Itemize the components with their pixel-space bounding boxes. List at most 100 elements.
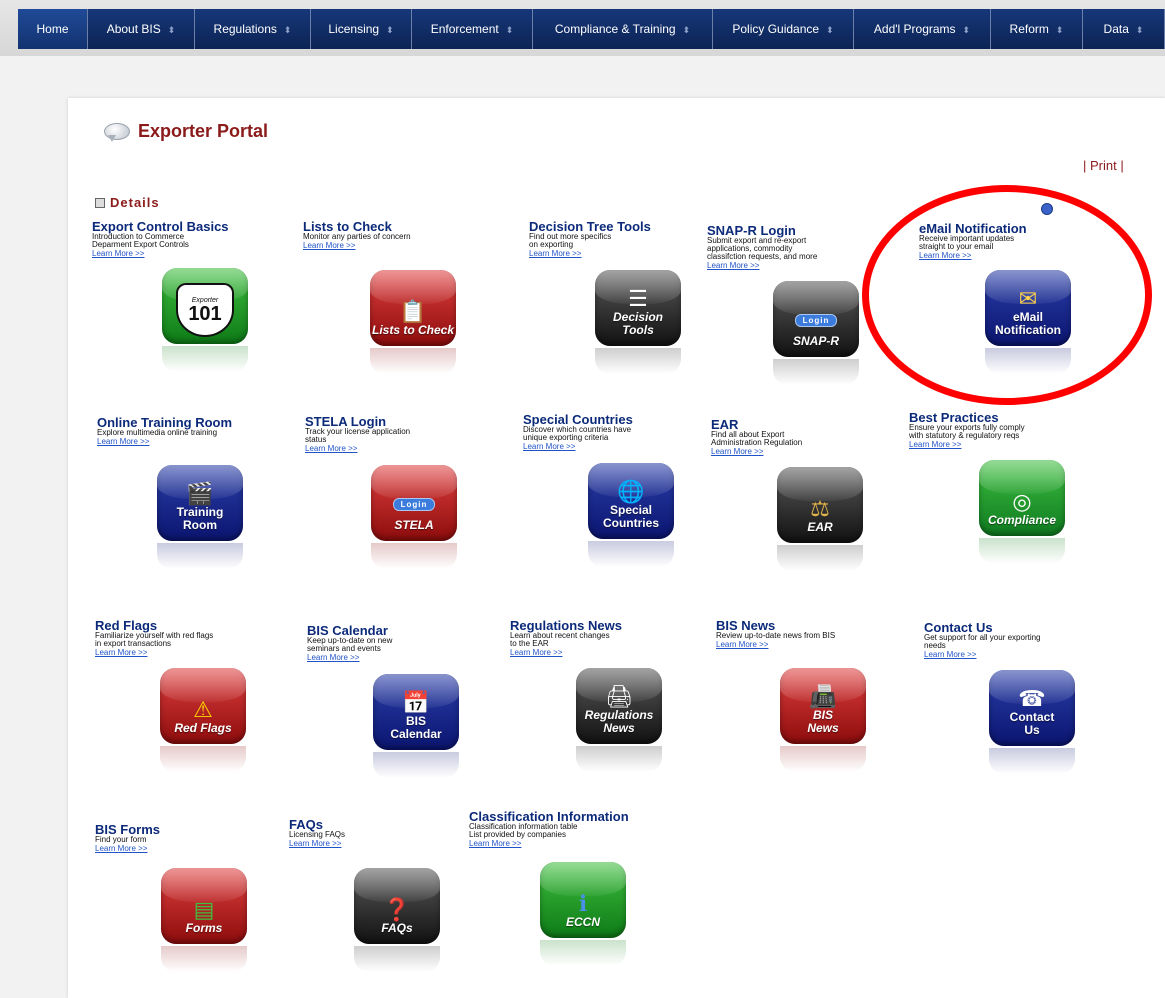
flowchart-icon: ☰ <box>628 286 648 311</box>
icon-reflection <box>160 746 246 772</box>
nav-reform[interactable]: Reform ⬍ <box>991 9 1083 49</box>
tile-desc: with statutory & regulatory reqs <box>909 431 1020 440</box>
tile-decision-tree-tools: Decision Tree Tools Find out more specif… <box>529 220 651 259</box>
collapse-toggle-icon[interactable] <box>95 197 105 208</box>
icon-reflection <box>773 359 859 385</box>
tile-bis-calendar: BIS Calendar Keep up-to-date on new semi… <box>307 624 392 663</box>
red-flags-button[interactable]: ⚠ Red Flags <box>160 668 246 744</box>
forms-button[interactable]: ▤ Forms <box>161 868 247 944</box>
decision-tools-button[interactable]: ☰ Decision Tools <box>595 270 681 346</box>
icon-label: Compliance <box>987 513 1056 527</box>
details-section-header: Details <box>95 195 160 210</box>
email-notification-button[interactable]: ✉ eMail Notification <box>985 270 1071 346</box>
chevron-down-icon: ⬍ <box>167 25 176 35</box>
learn-more-link[interactable]: Learn More >> <box>909 440 1025 450</box>
snap-r-button[interactable]: Login SNAP-R <box>773 281 859 357</box>
clipboard-icon: 📋 <box>399 299 427 324</box>
bis-news-button[interactable]: 📠 BIS News <box>780 668 866 744</box>
tile-classification-information: Classification Information Classificatio… <box>469 810 629 849</box>
icon-reflection <box>370 348 456 374</box>
contact-us-button[interactable]: ☎ Contact Us <box>989 670 1075 746</box>
target-icon: ◎ <box>1012 489 1032 514</box>
stela-button[interactable]: Login STELA <box>371 465 457 541</box>
tile-snap-r-login: SNAP-R Login Submit export and re-export… <box>707 224 817 271</box>
login-badge-icon: Login <box>392 498 436 511</box>
nav-addl-programs[interactable]: Add'l Programs ⬍ <box>854 9 991 49</box>
main-nav: Home About BIS ⬍ Regulations ⬍ Licensing ⬍ … <box>18 9 1165 49</box>
top-bar: Home About BIS ⬍ Regulations ⬍ Licensing ⬍ … <box>0 0 1165 56</box>
nav-home-label: Home <box>36 22 69 36</box>
special-countries-button[interactable]: 🌐 Special Countries <box>588 463 674 539</box>
bis-calendar-button[interactable]: 📅 BIS Calendar <box>373 674 459 750</box>
tile-faqs: FAQs Licensing FAQs Learn More >> <box>289 818 345 849</box>
tile-regulations-news: Regulations News Learn about recent chan… <box>510 619 622 658</box>
icon-label: STELA <box>394 518 434 532</box>
printer-icon: 🖨 <box>605 684 633 709</box>
icon-reflection <box>371 543 457 569</box>
chevron-down-icon: ⬍ <box>682 25 691 35</box>
regulations-news-button[interactable]: 🖨 Regulations News <box>576 668 662 744</box>
nav-about-bis[interactable]: About BIS ⬍ <box>88 9 195 49</box>
lists-to-check-button[interactable]: 📋 Lists to Check <box>370 270 456 346</box>
exporter-101-button[interactable]: Exporter 101 <box>162 268 248 344</box>
chevron-down-icon: ⬍ <box>283 25 292 35</box>
nav-policy-guidance-label: Policy Guidance <box>732 22 820 36</box>
icon-label: Regulations News <box>584 708 654 735</box>
nav-data[interactable]: Data ⬍ <box>1083 9 1165 49</box>
nav-licensing[interactable]: Licensing ⬍ <box>311 9 412 49</box>
learn-more-link[interactable]: Learn More >> <box>289 839 345 849</box>
learn-more-link[interactable]: Learn More >> <box>95 844 160 854</box>
chevron-down-icon: ⬍ <box>962 25 971 35</box>
nav-enforcement[interactable]: Enforcement ⬍ <box>412 9 533 49</box>
compliance-button[interactable]: ◎ Compliance <box>979 460 1065 536</box>
warning-icon: ⚠ <box>193 697 213 722</box>
tile-best-practices: Best Practices Ensure your exports fully… <box>909 411 1025 450</box>
learn-more-link[interactable]: Learn More >> <box>707 261 817 271</box>
learn-more-link[interactable]: Learn More >> <box>523 442 633 452</box>
calendar-icon: 📅 <box>402 690 430 715</box>
learn-more-link[interactable]: Learn More >> <box>92 249 229 259</box>
learn-more-link[interactable]: Learn More >> <box>307 653 392 663</box>
chevron-down-icon: ⬍ <box>505 25 514 35</box>
nav-policy-guidance[interactable]: Policy Guidance ⬍ <box>713 9 854 49</box>
learn-more-link[interactable]: Learn More >> <box>95 648 213 658</box>
tile-desc: on exporting <box>529 240 574 249</box>
learn-more-link[interactable]: Learn More >> <box>924 650 1041 660</box>
icon-reflection <box>162 346 248 372</box>
nav-enforcement-label: Enforcement <box>430 22 499 36</box>
eccn-button[interactable]: ℹ ECCN <box>540 862 626 938</box>
learn-more-link[interactable]: Learn More >> <box>305 444 410 454</box>
info-icon: ℹ <box>578 891 588 916</box>
ear-button[interactable]: ⚖ EAR <box>777 467 863 543</box>
icon-reflection <box>354 946 440 972</box>
shield-number: 101 <box>188 302 222 325</box>
tile-red-flags: Red Flags Familiarize yourself with red … <box>95 619 213 658</box>
phone-icon: ☎ <box>1018 686 1046 711</box>
learn-more-link[interactable]: Learn More >> <box>303 241 411 251</box>
tile-ear: EAR Find all about Export Administration… <box>711 418 802 457</box>
tile-desc: seminars and events <box>307 644 381 653</box>
nav-compliance-training[interactable]: Compliance & Training ⬍ <box>533 9 713 49</box>
icon-reflection <box>985 348 1071 374</box>
icon-reflection <box>157 543 243 569</box>
faqs-button[interactable]: ❓ FAQs <box>354 868 440 944</box>
nav-regulations[interactable]: Regulations ⬍ <box>195 9 311 49</box>
learn-more-link[interactable]: Learn More >> <box>97 437 232 447</box>
learn-more-link[interactable]: Learn More >> <box>529 249 651 259</box>
fax-icon: 📠 <box>809 684 837 709</box>
tile-desc: Explore multimedia online training <box>97 428 218 437</box>
learn-more-link[interactable]: Learn More >> <box>716 640 835 650</box>
chevron-down-icon: ⬍ <box>1055 25 1064 35</box>
learn-more-link[interactable]: Learn More >> <box>711 447 802 457</box>
print-link[interactable]: | Print | <box>1083 158 1124 173</box>
learn-more-link[interactable]: Learn More >> <box>469 839 629 849</box>
tile-desc: classifction requests, and more <box>707 252 818 261</box>
tile-bis-news: BIS News Review up-to-date news from BIS… <box>716 619 835 650</box>
nav-home[interactable]: Home <box>18 9 88 49</box>
training-room-button[interactable]: 🎬 Training Room <box>157 465 243 541</box>
icon-reflection <box>595 348 681 374</box>
learn-more-link[interactable]: Learn More >> <box>919 251 1027 261</box>
nav-about-bis-label: About BIS <box>106 22 161 36</box>
tile-special-countries: Special Countries Discover which countri… <box>523 413 633 452</box>
learn-more-link[interactable]: Learn More >> <box>510 648 622 658</box>
